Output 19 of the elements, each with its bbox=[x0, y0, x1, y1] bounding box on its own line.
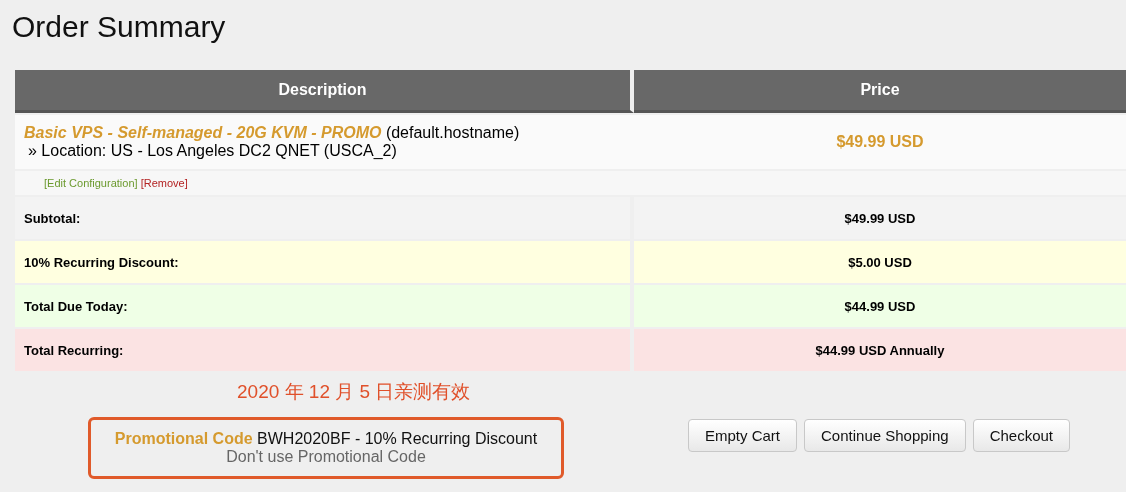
annotation-text: 2020 年 12 月 5 日亲测有效 bbox=[237, 380, 471, 404]
column-header: Description bbox=[15, 70, 634, 113]
page-title: Order Summary bbox=[12, 9, 227, 45]
product-price: $49.99 USD bbox=[634, 115, 1126, 169]
hostname-text: (default.hostname) bbox=[385, 124, 520, 141]
remove-promo-link[interactable]: Don't use Promotional Code bbox=[226, 448, 426, 465]
product-option: » Location: US - Los Angeles DC2 QNET (USCA_2) bbox=[24, 142, 633, 160]
cart-button[interactable]: Continue Shopping bbox=[804, 419, 966, 452]
product-name: Basic VPS - Self-managed - 20G KVM - PROMO bbox=[24, 124, 382, 141]
summary-value: $44.99 USD bbox=[634, 285, 1126, 327]
promo-code: BWH2020BF - 10% Recurring Discount bbox=[257, 430, 538, 447]
remove-link[interactable]: [Remove] bbox=[140, 177, 188, 189]
cart-button[interactable]: Empty Cart bbox=[688, 419, 797, 452]
promo-label: Promotional Code bbox=[114, 430, 253, 447]
column-header: Price bbox=[634, 70, 1126, 113]
summary-value: $44.99 USD Annually bbox=[634, 329, 1126, 371]
summary-value: $49.99 USD bbox=[634, 197, 1126, 239]
cart-button[interactable]: Checkout bbox=[972, 419, 1070, 452]
summary-value: $5.00 USD bbox=[634, 241, 1126, 283]
